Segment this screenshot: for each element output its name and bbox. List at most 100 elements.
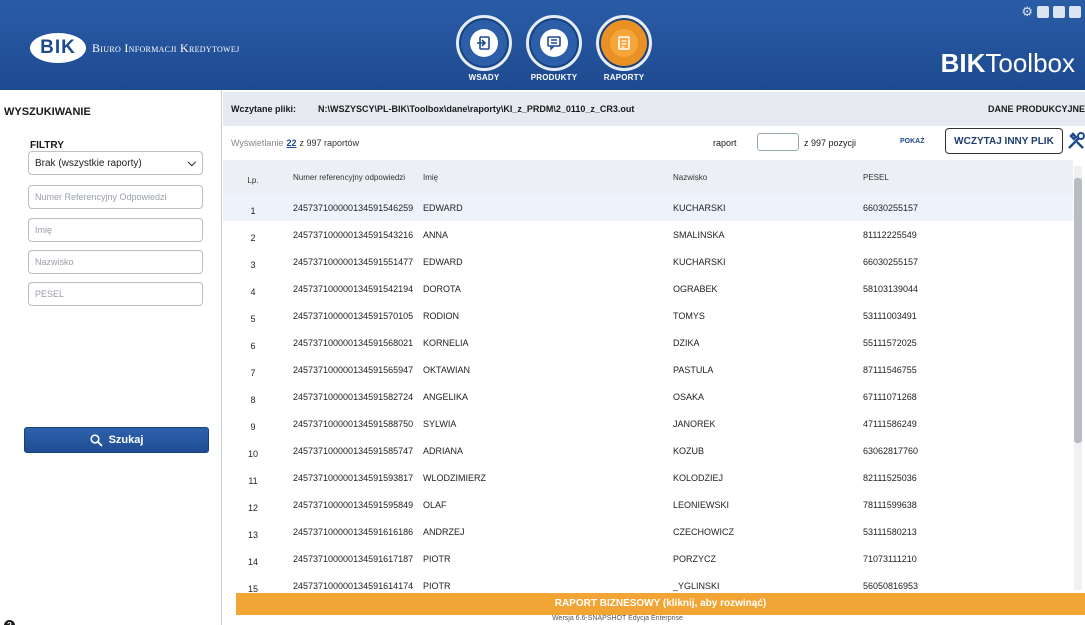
- maximize-icon[interactable]: [1053, 6, 1065, 18]
- environment-badge: DANE PRODUKCYJNE: [987, 104, 1085, 114]
- last-name-input[interactable]: Nazwisko: [28, 250, 203, 274]
- cell-pesel: 78111599638: [863, 499, 917, 510]
- sidebar-title: WYSZUKIWANIE: [4, 106, 91, 118]
- nav-produkty[interactable]: PRODUKTY: [526, 15, 582, 82]
- col-lp[interactable]: Lp.: [223, 160, 283, 194]
- table-row[interactable]: 7 245737100000134591565947 OKTAWIAN PASTULA…: [223, 356, 1073, 383]
- search-sidebar: WYSZUKIWANIE FILTRY Brak (wszystkie rapo…: [0, 90, 222, 625]
- table-row[interactable]: 1 245737100000134591546259 EDWARD KUCHARSKI…: [223, 194, 1073, 221]
- report-total-label: z 997 pozycji: [804, 138, 857, 148]
- show-link[interactable]: POKAŻ: [900, 138, 925, 145]
- cell-pesel: 47111586249: [863, 418, 917, 429]
- cell-pesel: 66030255157: [863, 202, 919, 213]
- cell-ref: 245737100000134591593817: [293, 472, 414, 483]
- table-row[interactable]: 10 245737100000134591585747 ADRIANA KOZUB 63…: [223, 437, 1073, 464]
- cell-lp: 14: [247, 556, 258, 567]
- cell-lp: 6: [250, 340, 256, 351]
- cell-pesel: 56050816953: [863, 580, 919, 591]
- col-ref[interactable]: Numer referencyjny odpowiedzi: [283, 160, 423, 194]
- cell-nazwisko: DZIKA: [673, 337, 700, 348]
- cell-lp: 15: [247, 583, 258, 593]
- table-scrollbar[interactable]: [1074, 166, 1082, 590]
- table-row[interactable]: 14 245737100000134591617187 PIOTR PORZYCZ 71…: [223, 545, 1073, 572]
- brand-title: BIKToolbox: [940, 48, 1075, 78]
- table-row[interactable]: 13 245737100000134591616186 ANDRZEJ CZECHOW…: [223, 518, 1073, 545]
- results-count: Wyświetlanie 22 z 997 raportów: [231, 138, 359, 148]
- loaded-files-label: Wczytane pliki:: [231, 104, 297, 114]
- cell-imie: OLAF: [423, 499, 447, 510]
- ref-number-input[interactable]: Numer Referencyjny Odpowiedzi: [28, 185, 203, 209]
- load-other-file-button[interactable]: WCZYTAJ INNY PLIK: [945, 128, 1063, 154]
- cell-ref: 245737100000134591614174: [293, 580, 414, 591]
- report-jump-input[interactable]: [757, 133, 799, 151]
- cell-lp: 12: [247, 502, 258, 513]
- pesel-input[interactable]: PESEL: [28, 282, 203, 306]
- gear-icon[interactable]: ⚙: [1021, 5, 1033, 18]
- cell-imie: DOROTA: [423, 283, 461, 294]
- cell-ref: 245737100000134591617187: [293, 553, 414, 564]
- cell-lp: 13: [247, 529, 258, 540]
- cell-imie: ADRIANA: [423, 445, 464, 456]
- cell-imie: PIOTR: [423, 580, 451, 591]
- cell-ref: 245737100000134591588750: [293, 418, 414, 429]
- col-nazwisko[interactable]: Nazwisko: [673, 160, 863, 194]
- table-row[interactable]: 4 245737100000134591542194 DOROTA OGRABEK 58…: [223, 275, 1073, 302]
- minimize-icon[interactable]: [1037, 6, 1049, 18]
- cell-ref: 245737100000134591582724: [293, 391, 414, 402]
- table-row[interactable]: 5 245737100000134591570105 RODION TOMYS 5311…: [223, 302, 1073, 329]
- filters-label: FILTRY: [30, 140, 64, 151]
- cell-imie: ANGELIKA: [423, 391, 469, 402]
- table-row[interactable]: 9 245737100000134591588750 SYLWIA JANOREK 47…: [223, 410, 1073, 437]
- report-filter-select[interactable]: Brak (wszystkie raporty) ⌵: [28, 151, 203, 175]
- first-name-input[interactable]: Imię: [28, 218, 203, 242]
- search-button[interactable]: Szukaj: [24, 427, 209, 453]
- business-report-bar[interactable]: RAPORT BIZNESOWY (kliknij, aby rozwinąć): [236, 593, 1085, 615]
- cell-imie: WLODZIMIERZ: [423, 472, 486, 483]
- cell-nazwisko: OGRABEK: [673, 283, 718, 294]
- cell-ref: 245737100000134591595849: [293, 499, 414, 510]
- app-header: BIK Biuro Informacji Kredytowej WSADY PR…: [0, 0, 1085, 90]
- cell-imie: RODION: [423, 310, 459, 321]
- nav-raporty[interactable]: RAPORTY: [596, 15, 652, 82]
- table-row[interactable]: 11 245737100000134591593817 WLODZIMIERZ KOL…: [223, 464, 1073, 491]
- page-size-link[interactable]: 22: [286, 138, 296, 148]
- cell-nazwisko: TOMYS: [673, 310, 705, 321]
- cell-ref: 245737100000134591570105: [293, 310, 414, 321]
- scrollbar-thumb[interactable]: [1074, 178, 1082, 443]
- cell-ref: 245737100000134591616186: [293, 526, 414, 537]
- cell-lp: 3: [250, 259, 256, 270]
- table-row[interactable]: 2 245737100000134591543216 ANNA SMALINSKA 81…: [223, 221, 1073, 248]
- col-pesel[interactable]: PESEL: [863, 160, 1073, 194]
- close-icon[interactable]: [1069, 6, 1081, 18]
- produkty-icon: [526, 15, 582, 71]
- nav-wsady[interactable]: WSADY: [456, 15, 512, 82]
- loaded-files-bar: Wczytane pliki: N:\WSZYSCY\PL-BIK\Toolbo…: [223, 92, 1085, 126]
- table-row[interactable]: 6 245737100000134591568021 KORNELIA DZIKA 55…: [223, 329, 1073, 356]
- cell-nazwisko: KUCHARSKI: [673, 202, 726, 213]
- reports-table: Lp. Numer referencyjny odpowiedzi Imię N…: [223, 160, 1073, 592]
- cell-pesel: 53111580213: [863, 526, 917, 537]
- cell-pesel: 82111525036: [863, 472, 917, 483]
- cell-imie: PIOTR: [423, 553, 451, 564]
- table-row[interactable]: 12 245737100000134591595849 OLAF LEONIEWSKI…: [223, 491, 1073, 518]
- cell-ref: 245737100000134591546259: [293, 202, 414, 213]
- table-row[interactable]: 15 245737100000134591614174 PIOTR _YGLINSKI…: [223, 572, 1073, 592]
- table-row[interactable]: 8 245737100000134591582724 ANGELIKA OSAKA 67…: [223, 383, 1073, 410]
- cell-lp: 1: [250, 205, 256, 216]
- cell-pesel: 66030255157: [863, 256, 919, 267]
- version-label: Wersja 6.6-SNAPSHOT Edycja Enterprise: [552, 615, 683, 622]
- cell-pesel: 81112225549: [863, 229, 917, 240]
- cell-nazwisko: OSAKA: [673, 391, 705, 402]
- loaded-file-path: N:\WSZYSCY\PL-BIK\Toolbox\dane\raporty\K…: [318, 104, 635, 114]
- table-row[interactable]: 3 245737100000134591551477 EDWARD KUCHARSKI…: [223, 248, 1073, 275]
- cell-ref: 245737100000134591565947: [293, 364, 414, 375]
- tools-icon[interactable]: [1066, 131, 1085, 156]
- cell-nazwisko: CZECHOWICZ: [673, 526, 734, 537]
- cell-ref: 245737100000134591542194: [293, 283, 414, 294]
- chevron-down-icon: ⌵: [187, 156, 196, 169]
- cell-lp: 7: [250, 367, 256, 378]
- cell-nazwisko: KUCHARSKI: [673, 256, 726, 267]
- cell-nazwisko: SMALINSKA: [673, 229, 725, 240]
- cell-nazwisko: PASTULA: [673, 364, 714, 375]
- col-imie[interactable]: Imię: [423, 160, 673, 194]
